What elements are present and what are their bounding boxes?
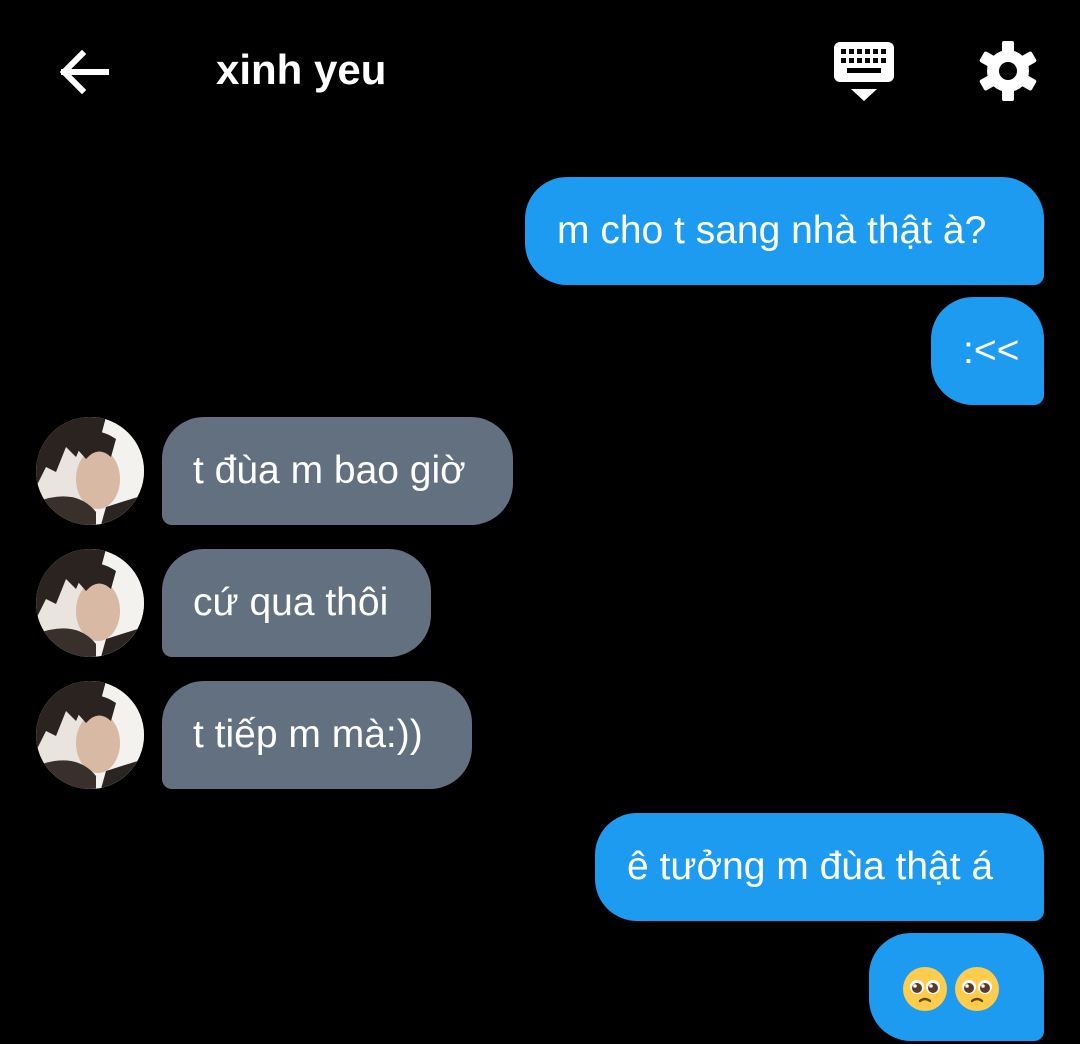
message-bubble-incoming[interactable]: t đùa m bao giờ — [162, 417, 513, 525]
message-text: m cho t sang nhà thật à? — [557, 209, 987, 252]
message-text: t đùa m bao giờ — [193, 449, 466, 492]
message-text: :<< — [963, 329, 1020, 372]
message-text: cứ qua thôi — [193, 581, 389, 624]
avatar-photo — [36, 417, 144, 525]
message-text: ê tưởng m đùa thật á — [627, 845, 994, 888]
message-bubble-outgoing[interactable]: m cho t sang nhà thật à? — [525, 177, 1044, 285]
back-button[interactable] — [54, 42, 114, 102]
contact-avatar[interactable] — [36, 417, 144, 525]
avatar-photo — [36, 549, 144, 657]
message-bubble-outgoing[interactable] — [869, 933, 1044, 1041]
message-bubble-outgoing[interactable]: ê tưởng m đùa thật á — [595, 813, 1044, 921]
arrow-left-icon — [59, 49, 109, 95]
pleading-face-emoji — [955, 966, 999, 1011]
contact-avatar[interactable] — [36, 681, 144, 789]
message-bubble-incoming[interactable]: t tiếp m mà:)) — [162, 681, 472, 789]
contact-avatar[interactable] — [36, 549, 144, 657]
chat-header: xinh yeu — [0, 0, 1080, 140]
message-bubble-outgoing[interactable]: :<< — [931, 297, 1044, 405]
message-text: t tiếp m mà:)) — [193, 713, 423, 756]
keyboard-hide-icon — [834, 42, 894, 101]
contact-name[interactable]: xinh yeu — [216, 44, 386, 96]
keyboard-toggle-button[interactable] — [830, 38, 898, 106]
gear-icon — [979, 41, 1037, 101]
avatar-photo — [36, 681, 144, 789]
settings-button[interactable] — [975, 38, 1041, 104]
pleading-face-emoji — [903, 966, 947, 1011]
message-bubble-incoming[interactable]: cứ qua thôi — [162, 549, 431, 657]
